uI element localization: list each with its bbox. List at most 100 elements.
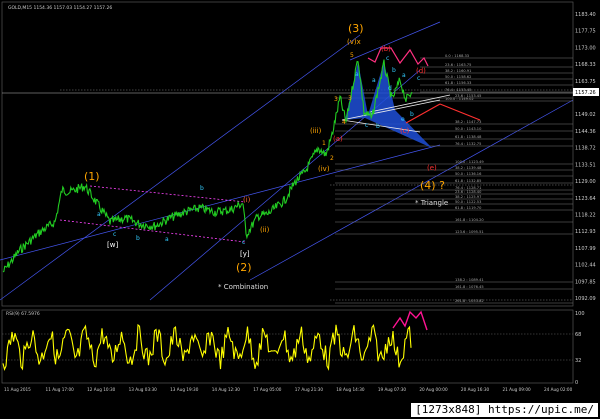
price-chart[interactable]: GOLD,M15 1154.36 1157.03 1154.27 1157.26… (0, 0, 600, 419)
svg-text:a: a (402, 72, 406, 79)
wave-w-label: [w] (107, 241, 118, 249)
rsi-tick: 32 (575, 358, 581, 364)
fib-label: 38.2 : 1125.97 (455, 195, 481, 199)
rsi-line (2, 323, 412, 371)
wave-e-red-label: (e) (427, 164, 437, 172)
svg-text:b: b (200, 185, 204, 192)
time-tick: 21 Aug 09:00 (502, 387, 531, 392)
fib-label: 61.8 : 1138.48 (455, 135, 482, 139)
svg-text:c: c (242, 239, 245, 246)
fib-label: 261.8 : 1053.82 (455, 299, 484, 303)
time-tick: 13 Aug 19:30 (170, 387, 199, 392)
svg-text:5: 5 (350, 52, 354, 59)
time-tick: 18 Aug 14:30 (336, 387, 365, 392)
fib-label: 0.0 : 1168.33 (445, 54, 469, 58)
rsi-tick: 100 (575, 311, 585, 317)
time-tick: 20 Aug 00:00 (419, 387, 448, 392)
svg-text:a: a (97, 211, 101, 218)
price-tick: 1118.22 (575, 212, 596, 218)
rsi-tick: 0 (575, 380, 578, 386)
rsi-pane-frame (1, 309, 574, 384)
svg-text:c: c (417, 75, 420, 82)
chart-header: GOLD,M15 1154.36 1157.03 1154.27 1157.26 (8, 5, 112, 11)
sub-wave-labels: [w] [y] (v)x (i) (ii) (iii) (iv) (a) (b)… (107, 38, 448, 291)
wave-ii-label: (ii) (260, 226, 270, 234)
trend-lines (0, 21, 573, 301)
svg-text:4: 4 (342, 119, 346, 126)
bid-price: 1157.26 (575, 90, 596, 96)
fib-label: 76.4 : 1132.75 (455, 142, 481, 146)
time-tick: 11 Aug 17:00 (46, 387, 75, 392)
fib-label: 138.2 : 1089.41 (455, 278, 484, 282)
fib-label: 38.2 : 1139.48 (455, 166, 482, 170)
price-tick: 1163.75 (575, 79, 596, 85)
svg-text:3: 3 (334, 96, 338, 103)
fib-label: 76.4 : 1153.45 (445, 88, 471, 92)
rsi-tick: 68 (575, 332, 581, 338)
fib-lines (335, 57, 573, 304)
magenta-zigzag (367, 47, 429, 67)
fib-label: 50.0 : 1143.10 (455, 127, 482, 131)
fib-label: 50.0 : 1136.16 (455, 172, 482, 176)
svg-text:c: c (386, 55, 389, 62)
fib-label: 23.6 : 1163.75 (445, 63, 471, 67)
chart-window: GOLD,M15 1154.36 1157.03 1154.27 1157.26… (0, 0, 600, 419)
fib-label: 38.2 : 1147.73 (455, 120, 481, 124)
fib-label: 161.8 : 1076.45 (455, 285, 484, 289)
time-tick: 17 Aug 05:00 (253, 387, 282, 392)
price-tick: 1107.99 (575, 246, 596, 252)
fib-label: 50.0 : 1122.53 (455, 200, 481, 204)
price-tick: 1173.00 (575, 45, 596, 51)
price-tick: 1112.93 (575, 229, 596, 235)
main-pane-frame (1, 1, 574, 307)
wave-3-label: (3) (348, 22, 364, 35)
fib-label: 50.0 : 1158.62 (445, 75, 471, 79)
price-axis: 1183.40 1177.75 1173.00 1168.33 1163.75 1149.… (575, 12, 596, 302)
time-tick: 20 Aug 16:30 (461, 387, 490, 392)
price-tick: 1133.51 (575, 162, 596, 168)
time-tick: 13 Aug 03:30 (129, 387, 158, 392)
combination-label: * Combination (218, 283, 268, 291)
fib-labels: 0.0 : 1168.33 23.6 : 1163.75 38.2 : 1160.9… (445, 54, 484, 303)
time-tick: 19 Aug 07:30 (378, 387, 407, 392)
fib-label: 23.6 : 1153.45 (455, 94, 481, 98)
svg-text:2: 2 (330, 155, 334, 162)
triangle-label: * Triangle (415, 199, 448, 207)
watermark: [1273x848] https://upic.me/ (411, 403, 598, 417)
svg-text:e: e (401, 116, 405, 123)
price-tick: 1168.33 (575, 62, 596, 68)
fib-label: 38.2 : 1160.91 (445, 69, 471, 73)
wave-d-red-label: (d) (416, 67, 426, 75)
price-tick: 1092.09 (575, 296, 596, 302)
time-tick: 14 Aug 12:30 (212, 387, 241, 392)
rsi-label: RSI(9) 67.5976 (6, 311, 40, 317)
time-tick: 17 Aug 21:30 (295, 387, 324, 392)
price-tick: 1144.36 (575, 129, 596, 135)
wave-b-red-label: (b) (381, 45, 391, 53)
fib-label: 61.8 : 1119.70 (455, 206, 482, 210)
wave-i-label: (i) (243, 196, 251, 204)
time-tick: 24 Aug 02:00 (544, 387, 573, 392)
fib-label: 100.0 : 1123.49 (455, 160, 484, 164)
svg-text:c: c (365, 122, 368, 129)
fib-label: 23.6 : 1128.40 (455, 190, 482, 194)
fib-label: 123.6 : 1095.51 (455, 230, 484, 234)
price-tick: 1097.85 (575, 279, 596, 285)
time-axis: 11 Aug 2015 11 Aug 17:00 12 Aug 10:30 13 Au… (4, 387, 573, 392)
wave-4-label: (4) ? (420, 179, 445, 192)
price-line (2, 59, 413, 273)
dotted-guides (60, 89, 573, 301)
fib-label: 61.8 : 1132.85 (455, 179, 481, 183)
price-tick: 1123.64 (575, 196, 596, 202)
wave-y-label: [y] (240, 250, 250, 258)
rsi-levels (2, 333, 573, 361)
svg-text:3: 3 (348, 95, 352, 102)
wave-iii-label: (iii) (310, 127, 322, 135)
wave-a-red-label: (a) (333, 135, 343, 143)
wave-iv-label: (iv) (318, 165, 330, 173)
fib-label: 161.8 : 1104.20 (455, 218, 484, 222)
time-tick: 11 Aug 2015 (4, 387, 31, 392)
wave-2-label: (2) (236, 261, 252, 274)
price-tick: 1183.40 (575, 12, 596, 18)
price-tick: 1102.44 (575, 263, 596, 269)
